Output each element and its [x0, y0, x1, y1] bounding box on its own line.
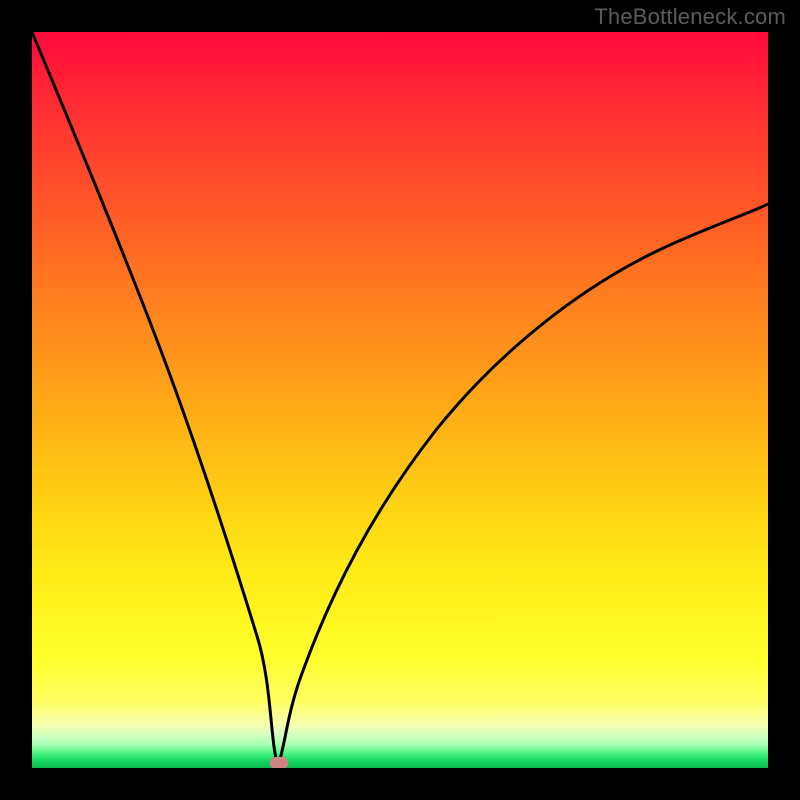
- chart-frame: TheBottleneck.com: [0, 0, 800, 800]
- plot-area: [32, 32, 768, 768]
- curve-path: [32, 32, 768, 766]
- optimal-point-marker: [270, 757, 288, 768]
- bottleneck-curve: [32, 32, 768, 768]
- watermark-text: TheBottleneck.com: [594, 4, 786, 30]
